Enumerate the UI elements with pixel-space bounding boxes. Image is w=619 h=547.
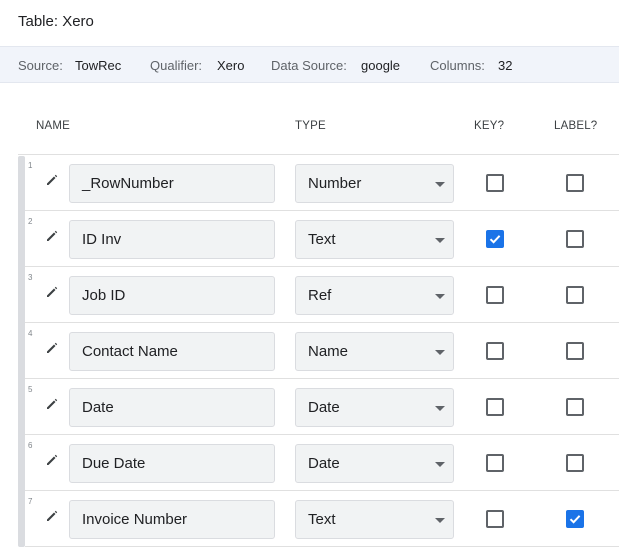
column-type-select[interactable]: Number <box>295 164 454 203</box>
column-name-field[interactable]: Date <box>69 388 275 427</box>
column-type-value: Date <box>308 399 340 416</box>
column-header-type: TYPE <box>295 120 326 132</box>
row-number: 3 <box>28 273 33 282</box>
column-type-value: Ref <box>308 287 332 304</box>
caret-down-icon <box>435 406 445 411</box>
column-header-key: KEY? <box>474 120 505 132</box>
page-title: Table: Xero <box>18 13 94 30</box>
column-name-field[interactable]: Due Date <box>69 444 275 483</box>
key-checkbox[interactable] <box>486 510 504 528</box>
label-checkbox[interactable] <box>566 454 584 472</box>
column-name-field[interactable]: Job ID <box>69 276 275 315</box>
pencil-icon[interactable] <box>45 173 59 187</box>
pencil-icon-svg <box>47 342 58 353</box>
column-type-select[interactable]: Name <box>295 332 454 371</box>
row-number: 7 <box>28 497 33 506</box>
row-drag-rail <box>18 156 25 547</box>
pencil-icon-svg <box>47 398 58 409</box>
caret-down-icon <box>435 350 445 355</box>
table-row: 5 Date Date <box>25 379 619 435</box>
caret-down-icon <box>435 518 445 523</box>
table-row: 3 Job ID Ref <box>25 267 619 323</box>
data-source-label: Data Source: <box>271 58 347 73</box>
key-checkbox[interactable] <box>486 230 504 248</box>
column-type-value: Name <box>308 343 349 360</box>
key-checkbox[interactable] <box>486 342 504 360</box>
column-type-value: Text <box>308 511 336 528</box>
key-checkbox[interactable] <box>486 286 504 304</box>
pencil-icon-svg <box>47 174 58 185</box>
column-header-label: LABEL? <box>554 120 598 132</box>
label-checkbox[interactable] <box>566 286 584 304</box>
column-type-select[interactable]: Date <box>295 388 454 427</box>
pencil-icon-svg <box>47 286 58 297</box>
label-checkbox[interactable] <box>566 342 584 360</box>
label-checkbox[interactable] <box>566 398 584 416</box>
label-checkbox[interactable] <box>566 174 584 192</box>
table-row: 1 _RowNumber Number <box>25 155 619 211</box>
qualifier-value: Xero <box>217 58 245 73</box>
pencil-icon[interactable] <box>45 453 59 467</box>
pencil-icon[interactable] <box>45 509 59 523</box>
row-number: 2 <box>28 217 33 226</box>
label-checkbox[interactable] <box>566 230 584 248</box>
pencil-icon-svg <box>47 510 58 521</box>
source-label: Source: <box>18 58 63 73</box>
table-row: 2 ID Inv Text <box>25 211 619 267</box>
table-row: 6 Due Date Date <box>25 435 619 491</box>
label-checkbox[interactable] <box>566 510 584 528</box>
column-name-field[interactable]: _RowNumber <box>69 164 275 203</box>
caret-down-icon <box>435 462 445 467</box>
caret-down-icon <box>435 238 445 243</box>
column-type-select[interactable]: Ref <box>295 276 454 315</box>
qualifier-label: Qualifier: <box>150 58 203 73</box>
pencil-icon-svg <box>47 454 58 465</box>
column-type-value: Text <box>308 231 336 248</box>
table-row: 7 Invoice Number Text <box>25 491 619 547</box>
column-type-select[interactable]: Text <box>295 220 454 259</box>
column-name-field[interactable]: ID Inv <box>69 220 275 259</box>
row-number: 1 <box>28 161 33 170</box>
table-row: 4 Contact Name Name <box>25 323 619 379</box>
check-icon <box>489 235 501 244</box>
pencil-icon[interactable] <box>45 285 59 299</box>
row-number: 5 <box>28 385 33 394</box>
column-type-value: Number <box>308 175 362 192</box>
check-icon <box>569 515 581 524</box>
key-checkbox[interactable] <box>486 174 504 192</box>
pencil-icon[interactable] <box>45 229 59 243</box>
pencil-icon[interactable] <box>45 341 59 355</box>
data-source-value: google <box>361 58 401 73</box>
column-name-field[interactable]: Contact Name <box>69 332 275 371</box>
column-type-select[interactable]: Date <box>295 444 454 483</box>
pencil-icon[interactable] <box>45 397 59 411</box>
caret-down-icon <box>435 182 445 187</box>
columns-value: 32 <box>498 58 513 73</box>
key-checkbox[interactable] <box>486 398 504 416</box>
column-type-value: Date <box>308 455 340 472</box>
column-header-name: NAME <box>36 120 71 132</box>
column-type-select[interactable]: Text <box>295 500 454 539</box>
row-number: 4 <box>28 329 33 338</box>
source-value: TowRec <box>75 58 122 73</box>
key-checkbox[interactable] <box>486 454 504 472</box>
pencil-icon-svg <box>47 230 58 241</box>
caret-down-icon <box>435 294 445 299</box>
column-name-field[interactable]: Invoice Number <box>69 500 275 539</box>
row-number: 6 <box>28 441 33 450</box>
columns-label: Columns: <box>430 58 485 73</box>
table-meta-bar: Source: TowRec Qualifier: Xero Data Sour… <box>0 46 619 83</box>
